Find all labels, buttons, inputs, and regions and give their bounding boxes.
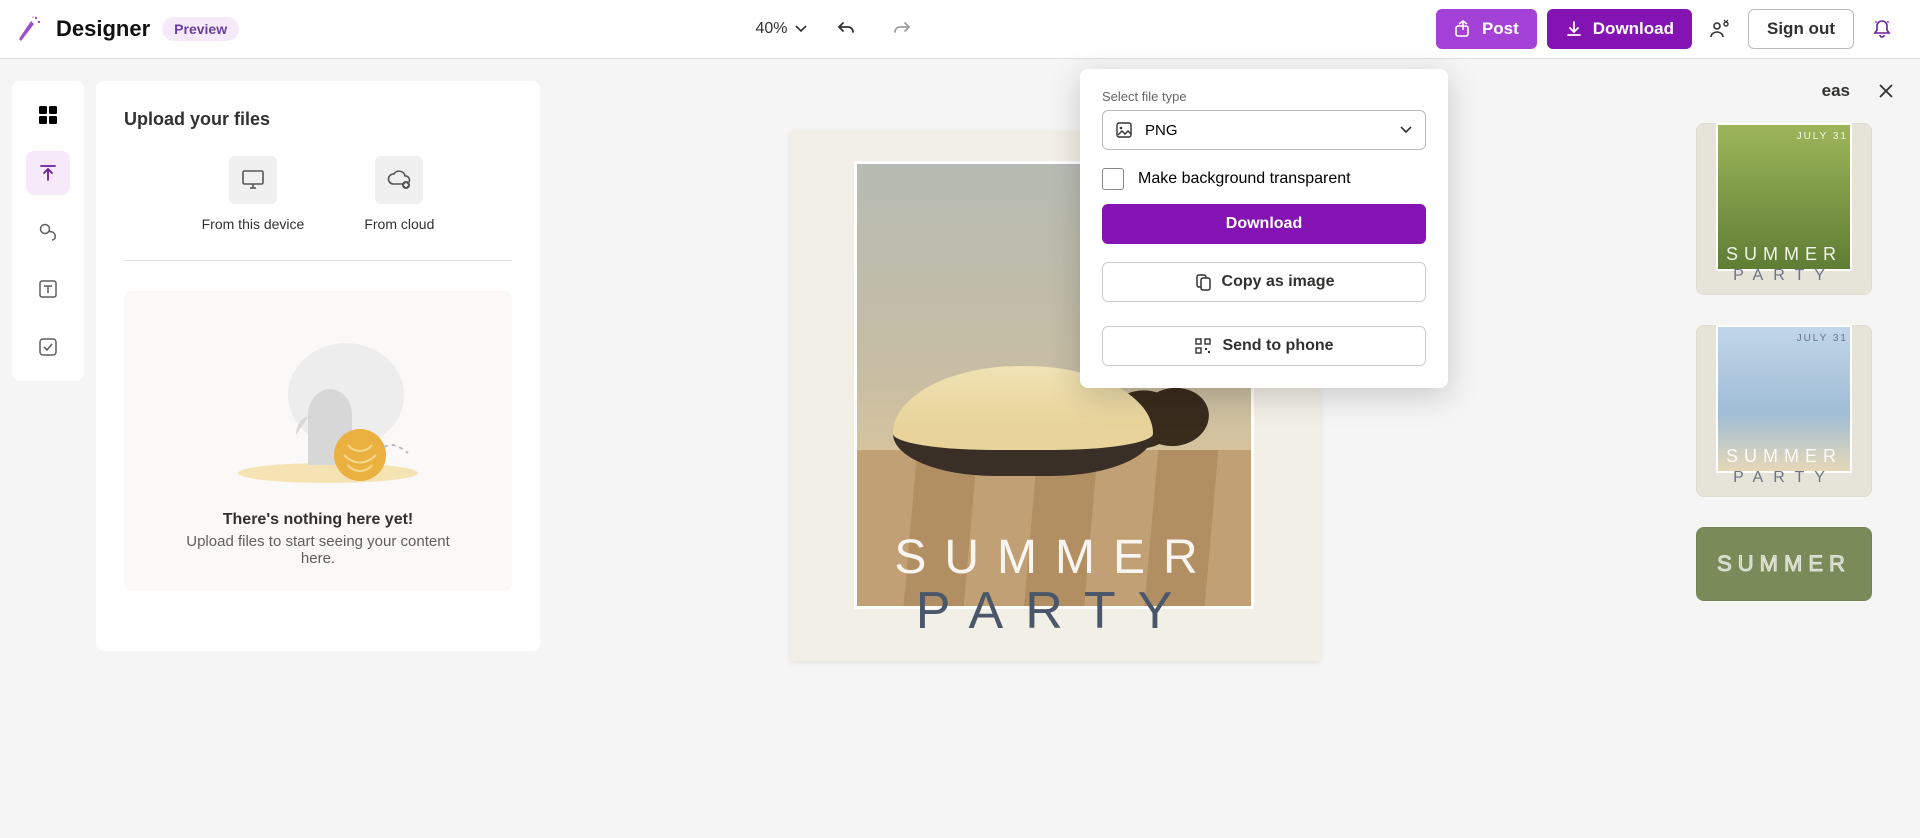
checkbox-icon bbox=[1102, 168, 1124, 190]
idea1-date: JULY 31 bbox=[1797, 131, 1848, 142]
header-center-tools: 40% bbox=[756, 11, 920, 47]
monitor-icon bbox=[240, 167, 266, 193]
download-popover: Select file type PNG Make background tra… bbox=[1080, 69, 1448, 388]
headline-2: PARTY bbox=[790, 581, 1320, 641]
send-phone-button[interactable]: Send to phone bbox=[1102, 326, 1426, 366]
upload-source-row: From this device From cloud bbox=[124, 156, 512, 232]
idea2-line1: SUMMER bbox=[1696, 446, 1872, 467]
post-label: Post bbox=[1482, 19, 1519, 39]
popover-download-label: Download bbox=[1226, 215, 1302, 233]
idea1-line1: SUMMER bbox=[1696, 244, 1872, 265]
send-label: Send to phone bbox=[1222, 337, 1333, 355]
app-identity: Designer Preview bbox=[14, 14, 239, 44]
ideas-header: eas bbox=[1696, 81, 1896, 101]
idea-card-1[interactable]: JULY 31 SUMMER PARTY bbox=[1696, 123, 1872, 295]
rail-templates[interactable] bbox=[26, 93, 70, 137]
rail-upload[interactable] bbox=[26, 151, 70, 195]
idea-list: JULY 31 SUMMER PARTY JULY 31 SUMMER PART… bbox=[1696, 123, 1896, 601]
image-file-icon bbox=[1115, 121, 1133, 139]
cloud-icon bbox=[385, 167, 413, 193]
idea2-date: JULY 31 bbox=[1797, 333, 1848, 344]
notifications-button[interactable] bbox=[1864, 11, 1900, 47]
ideas-title: eas bbox=[1822, 81, 1850, 101]
close-ideas-button[interactable] bbox=[1876, 81, 1896, 101]
app-logo-icon bbox=[14, 14, 44, 44]
transparent-label: Make background transparent bbox=[1138, 170, 1351, 188]
download-icon bbox=[1565, 20, 1583, 38]
empty-title: There's nothing here yet! bbox=[148, 511, 488, 529]
chevron-down-icon bbox=[794, 22, 808, 36]
app-name: Designer bbox=[56, 16, 150, 42]
headline-1: SUMMER bbox=[790, 530, 1320, 585]
upload-panel: Upload your files From this device From … bbox=[96, 81, 540, 651]
transparent-bg-checkbox[interactable]: Make background transparent bbox=[1102, 168, 1426, 190]
zoom-value: 40% bbox=[756, 20, 788, 38]
download-label: Download bbox=[1593, 19, 1674, 39]
copy-image-button[interactable]: Copy as image bbox=[1102, 262, 1426, 302]
copy-icon bbox=[1194, 273, 1212, 291]
preview-badge: Preview bbox=[162, 17, 239, 41]
popover-download-button[interactable]: Download bbox=[1102, 204, 1426, 244]
close-icon bbox=[1878, 83, 1894, 99]
upload-title: Upload your files bbox=[124, 109, 512, 130]
share-icon bbox=[1454, 20, 1472, 38]
app-header: Designer Preview 40% Post Download Sign … bbox=[0, 0, 1920, 59]
idea3-line1: SUMMER bbox=[1696, 551, 1872, 577]
zoom-control[interactable]: 40% bbox=[756, 20, 808, 38]
idea-card-3[interactable]: SUMMER bbox=[1696, 527, 1872, 601]
workspace: Upload your files From this device From … bbox=[0, 59, 1920, 838]
idea2-line2: PARTY bbox=[1696, 469, 1872, 487]
upload-from-cloud[interactable]: From cloud bbox=[364, 156, 434, 232]
divider bbox=[124, 260, 512, 261]
idea1-line2: PARTY bbox=[1696, 267, 1872, 285]
device-label: From this device bbox=[202, 216, 305, 232]
tool-rail bbox=[12, 81, 84, 381]
post-button[interactable]: Post bbox=[1436, 9, 1537, 49]
rail-image[interactable] bbox=[26, 209, 70, 253]
signout-label: Sign out bbox=[1767, 19, 1835, 39]
rail-text[interactable] bbox=[26, 267, 70, 311]
download-header-button[interactable]: Download bbox=[1547, 9, 1692, 49]
header-actions: Post Download Sign out bbox=[1436, 9, 1906, 49]
sign-out-button[interactable]: Sign out bbox=[1748, 9, 1854, 49]
copy-label: Copy as image bbox=[1222, 273, 1335, 291]
chevron-down-icon bbox=[1399, 123, 1413, 137]
qr-icon bbox=[1194, 337, 1212, 355]
upload-from-device[interactable]: From this device bbox=[202, 156, 305, 232]
empty-state: There's nothing here yet! Upload files t… bbox=[124, 291, 512, 591]
filetype-label: Select file type bbox=[1102, 89, 1426, 104]
design-ideas-panel: eas JULY 31 SUMMER PARTY JULY 31 SUMMER … bbox=[1696, 81, 1896, 601]
empty-illustration bbox=[198, 315, 438, 495]
idea-card-2[interactable]: JULY 31 SUMMER PARTY bbox=[1696, 325, 1872, 497]
cloud-label: From cloud bbox=[364, 216, 434, 232]
people-button[interactable] bbox=[1702, 11, 1738, 47]
redo-button[interactable] bbox=[884, 11, 920, 47]
filetype-value: PNG bbox=[1145, 122, 1387, 139]
undo-button[interactable] bbox=[828, 11, 864, 47]
rail-check[interactable] bbox=[26, 325, 70, 369]
filetype-select[interactable]: PNG bbox=[1102, 110, 1426, 150]
empty-subtitle: Upload files to start seeing your conten… bbox=[178, 533, 458, 567]
canvas-headline: SUMMER PARTY bbox=[790, 530, 1320, 641]
